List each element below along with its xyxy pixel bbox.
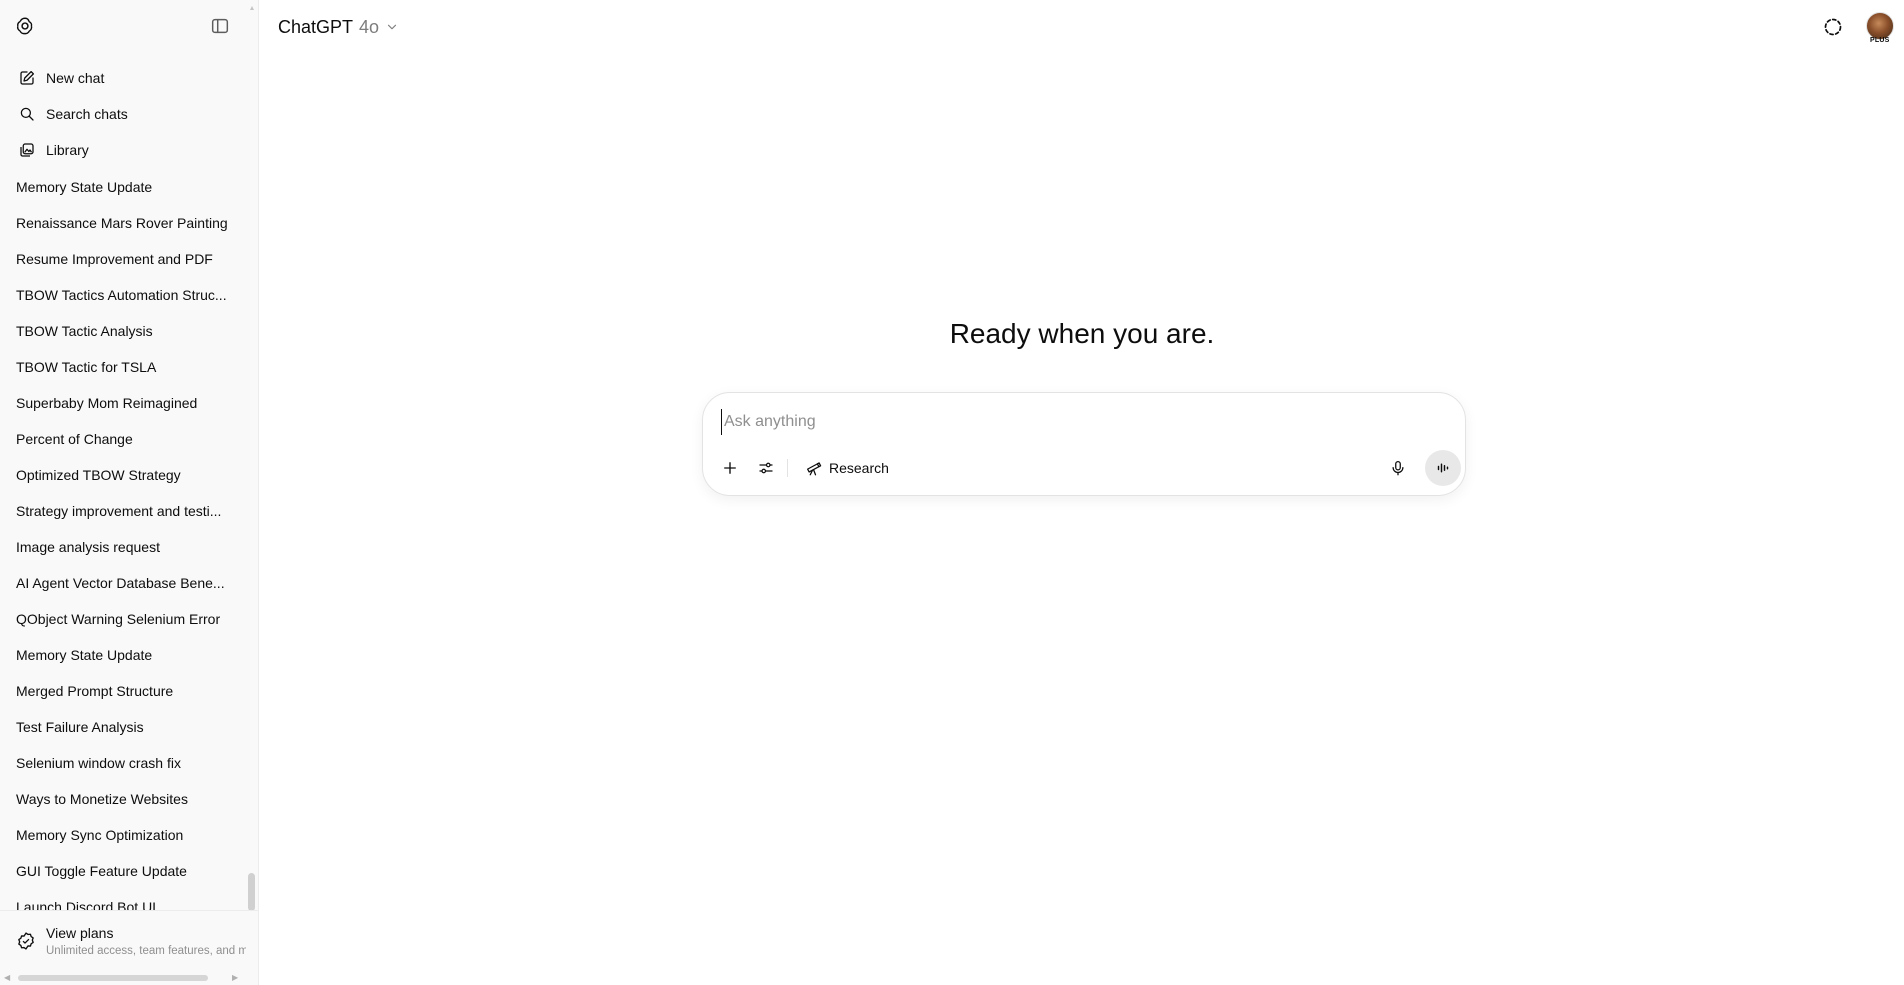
- search-chats-label: Search chats: [46, 106, 128, 122]
- research-label: Research: [829, 460, 889, 476]
- chat-history-item[interactable]: Image analysis request: [8, 530, 240, 564]
- chat-history-item[interactable]: TBOW Tactic Analysis: [8, 314, 240, 348]
- model-selector[interactable]: ChatGPT 4o: [270, 10, 407, 44]
- plus-icon: [724, 462, 736, 474]
- sidebar: New chat Search chats Library Memory Sta…: [0, 0, 259, 985]
- chat-history-item[interactable]: Merged Prompt Structure: [8, 674, 240, 708]
- prompt-composer: Research: [702, 392, 1466, 496]
- upgrade-badge-icon: [18, 932, 34, 950]
- microphone-icon: [1392, 460, 1404, 476]
- voice-waveform-icon: [1437, 463, 1449, 473]
- new-chat-button[interactable]: New chat: [8, 61, 244, 95]
- sliders-icon: [759, 462, 773, 474]
- chat-history-item[interactable]: Percent of Change: [8, 422, 240, 456]
- hero-heading: Ready when you are.: [949, 318, 1215, 349]
- model-name: ChatGPT: [278, 16, 354, 37]
- edit-icon: [20, 70, 35, 85]
- chat-history-item[interactable]: Test Failure Analysis: [8, 710, 240, 744]
- chat-history-item[interactable]: Memory State Update: [8, 638, 240, 672]
- chat-history-item[interactable]: Launch Discord Bot UI: [8, 890, 240, 910]
- chat-history-item[interactable]: Selenium window crash fix: [8, 746, 240, 780]
- composer-divider: [787, 459, 788, 477]
- dictate-button[interactable]: [1383, 453, 1413, 483]
- chat-history-item[interactable]: Optimized TBOW Strategy: [8, 458, 240, 492]
- scroll-up-arrow-icon[interactable]: [250, 4, 254, 12]
- openai-logo-icon[interactable]: [14, 15, 36, 37]
- view-plans-button[interactable]: View plans Unlimited access, team featur…: [0, 910, 258, 970]
- scroll-left-arrow-icon[interactable]: ◀: [4, 973, 10, 982]
- view-plans-subtitle: Unlimited access, team features, and m: [46, 945, 246, 957]
- chat-history-item[interactable]: Superbaby Mom Reimagined: [8, 386, 240, 420]
- chat-history-item[interactable]: AI Agent Vector Database Bene...: [8, 566, 240, 600]
- chat-history-item[interactable]: Memory Sync Optimization: [8, 818, 240, 852]
- library-icon: [20, 143, 34, 157]
- chat-history-item[interactable]: Memory State Update: [8, 170, 240, 204]
- scroll-right-arrow-icon[interactable]: ▶: [232, 973, 238, 982]
- chat-history-item[interactable]: TBOW Tactics Automation Struc...: [8, 278, 240, 312]
- add-attachment-button[interactable]: [715, 453, 745, 483]
- chat-history-item[interactable]: QObject Warning Selenium Error: [8, 602, 240, 636]
- prompt-input[interactable]: [721, 409, 1421, 435]
- sidebar-horizontal-scrollbar[interactable]: ◀ ▶: [0, 970, 258, 985]
- chat-history-list: Memory State Update Renaissance Mars Rov…: [0, 170, 250, 910]
- new-chat-label: New chat: [46, 70, 105, 86]
- chevron-down-icon: [387, 24, 397, 30]
- temporary-chat-icon[interactable]: [1821, 15, 1845, 39]
- library-button[interactable]: Library: [8, 133, 244, 167]
- view-plans-title: View plans: [46, 925, 114, 941]
- chat-history-item[interactable]: TBOW Tactic for TSLA: [8, 350, 240, 384]
- chat-history-item[interactable]: Resume Improvement and PDF: [8, 242, 240, 276]
- library-label: Library: [46, 142, 89, 158]
- research-button[interactable]: Research: [797, 453, 897, 483]
- model-version: 4o: [359, 16, 380, 37]
- sidebar-scrollbar[interactable]: [248, 873, 255, 911]
- sidebar-header: [0, 0, 258, 52]
- voice-mode-button[interactable]: [1425, 450, 1461, 486]
- user-avatar[interactable]: [1866, 12, 1894, 40]
- scrollbar-thumb[interactable]: [18, 975, 208, 981]
- search-icon: [20, 107, 34, 121]
- chat-history-item[interactable]: GUI Toggle Feature Update: [8, 854, 240, 888]
- chat-history-item[interactable]: Strategy improvement and testi...: [8, 494, 240, 528]
- tools-button[interactable]: [751, 453, 781, 483]
- chat-history-item[interactable]: Ways to Monetize Websites: [8, 782, 240, 816]
- telescope-icon: [806, 462, 822, 476]
- chat-history-item[interactable]: Renaissance Mars Rover Painting: [8, 206, 240, 240]
- toggle-sidebar-icon[interactable]: [209, 15, 231, 37]
- plan-badge: PLUS: [1870, 37, 1890, 44]
- search-chats-button[interactable]: Search chats: [8, 97, 244, 131]
